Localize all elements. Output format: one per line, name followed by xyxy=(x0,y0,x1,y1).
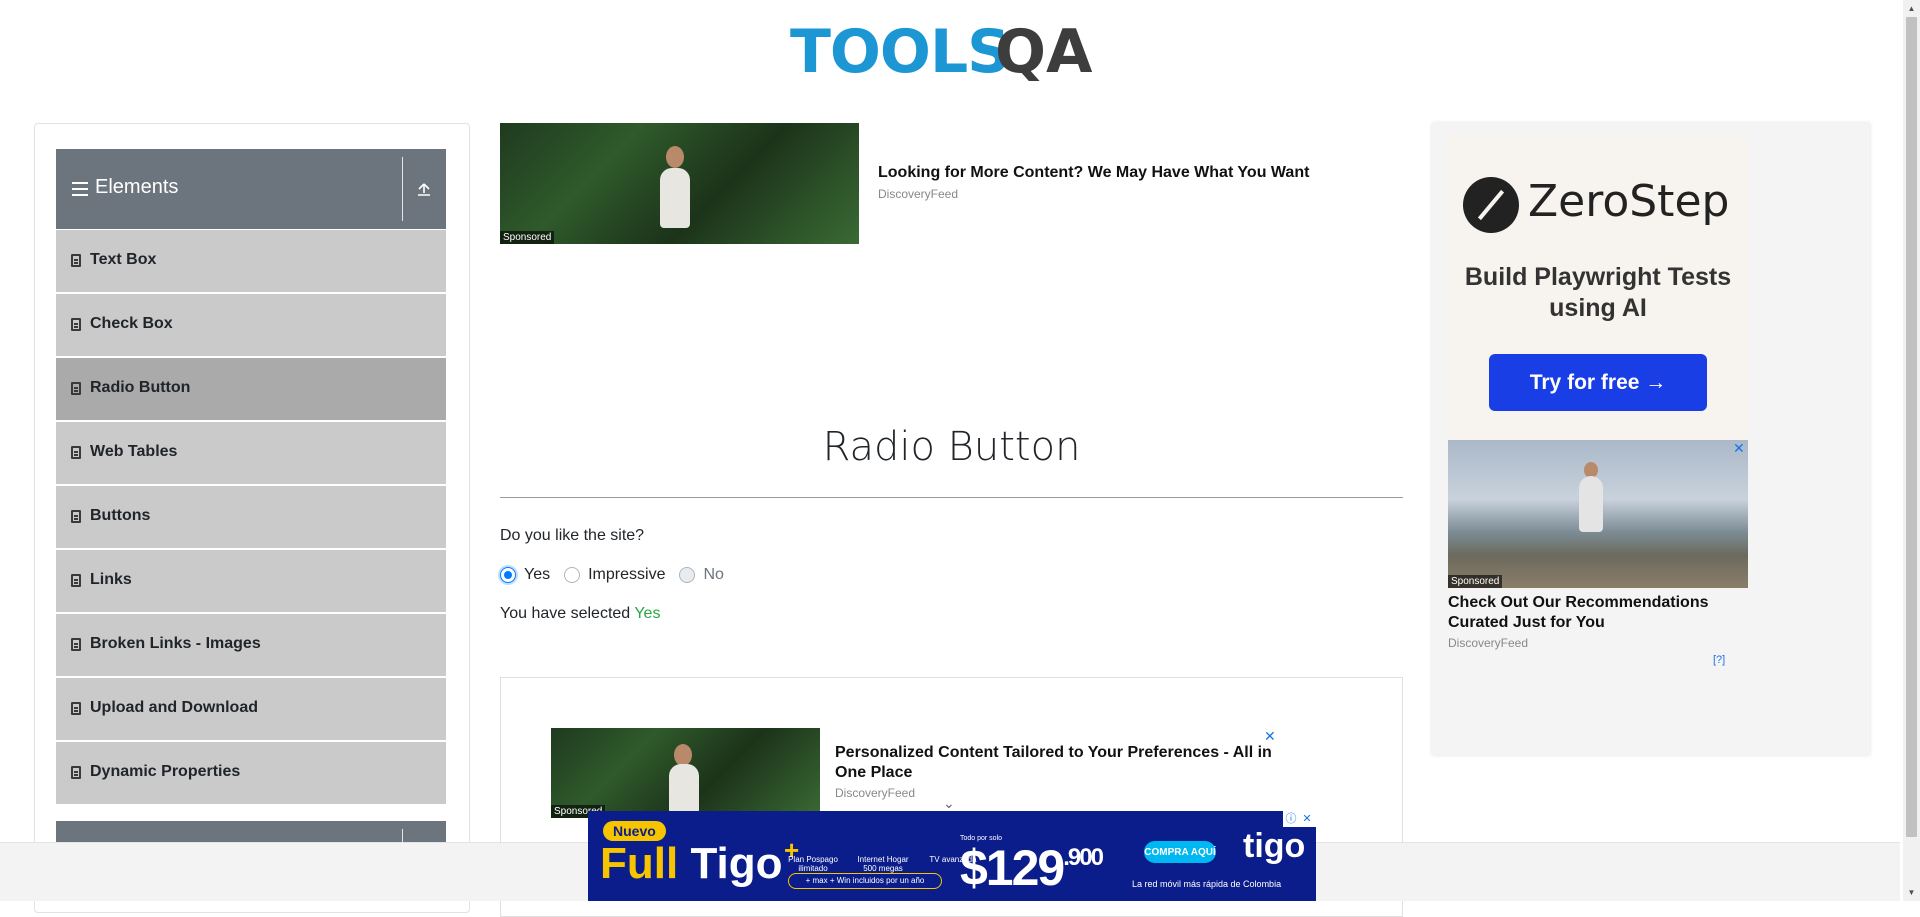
document-icon xyxy=(71,702,81,715)
result-prefix: You have selected xyxy=(500,605,635,622)
feature-internet: Internet Hogar 500 megas xyxy=(857,855,909,873)
sidebar-item-dynamic-properties[interactable]: Dynamic Properties xyxy=(56,742,446,804)
content-ad-title[interactable]: Personalized Content Tailored to Your Pr… xyxy=(835,743,1285,783)
price-main: $129 xyxy=(960,840,1065,896)
header-divider xyxy=(402,157,403,221)
scroll-up-arrow-icon[interactable]: ▲ xyxy=(1903,0,1920,17)
sidebar-item-label: Upload and Download xyxy=(90,699,258,716)
radio-circle[interactable] xyxy=(500,567,516,583)
document-icon xyxy=(71,318,81,331)
full-tigo-headline: Full Tigo xyxy=(600,839,783,889)
zerostep-logo-icon xyxy=(1463,177,1519,233)
tigo-banner-ad[interactable]: Nuevo Full Tigo + Plan Pospago ilimitado… xyxy=(588,811,1316,901)
sidebar-item-label: Radio Button xyxy=(90,379,191,396)
sidebar-item-upload-download[interactable]: Upload and Download xyxy=(56,678,446,740)
sponsored-tag: Sponsored xyxy=(500,231,555,244)
toolsqa-logo[interactable]: TOOLS QA xyxy=(790,15,1115,90)
close-icon[interactable]: ✕ xyxy=(1264,728,1276,745)
sidebar-item-label: Dynamic Properties xyxy=(90,763,241,780)
scroll-down-arrow-icon[interactable]: ▼ xyxy=(1903,884,1920,901)
logo-tools-text: TOOLS xyxy=(790,17,1010,87)
sidebar-item-links[interactable]: Links xyxy=(56,550,446,612)
ad-controls: ⓘ ✕ xyxy=(1283,811,1316,827)
feature-mobile: Plan Pospago ilimitado xyxy=(788,855,838,873)
right-ad-promo-title[interactable]: Check Out Our Recommendations Curated Ju… xyxy=(1448,593,1738,633)
hamburger-icon xyxy=(72,182,88,196)
price: $129.900 xyxy=(960,839,1104,897)
group-title: Elements xyxy=(95,176,179,198)
tigo-slogan: La red móvil más rápida de Colombia xyxy=(1132,879,1282,889)
chevron-down-icon[interactable]: ⌄ xyxy=(943,795,955,812)
sidebar-item-radio-button[interactable]: Radio Button xyxy=(56,358,446,420)
person-body xyxy=(669,764,699,814)
right-ad-promo-source: DiscoveryFeed xyxy=(1448,636,1529,650)
result-value: Yes xyxy=(634,605,661,622)
tigo-word: Tigo xyxy=(690,839,783,888)
document-icon xyxy=(71,510,81,523)
radio-group: Yes Impressive No xyxy=(500,565,738,585)
sidebar-item-label: Links xyxy=(90,571,132,588)
person-head xyxy=(674,744,692,766)
zerostep-tagline: Build Playwright Tests using AI xyxy=(1464,263,1732,322)
sidebar-item-broken-links[interactable]: Broken Links - Images xyxy=(56,614,446,676)
sidebar-item-buttons[interactable]: Buttons xyxy=(56,486,446,548)
right-ad-image[interactable]: Sponsored xyxy=(1448,440,1748,588)
price-cents: .900 xyxy=(1063,844,1104,871)
try-for-free-button[interactable]: Try for free → xyxy=(1489,354,1707,411)
close-icon[interactable]: ✕ xyxy=(1299,811,1315,827)
sidebar-item-text-box[interactable]: Text Box xyxy=(56,230,446,292)
elements-menu-list: Text Box Check Box Radio Button Web Tabl… xyxy=(56,230,446,806)
radio-label: No xyxy=(703,566,724,583)
sidebar-item-label: Web Tables xyxy=(90,443,178,460)
top-ad-image[interactable]: Sponsored xyxy=(500,123,859,244)
logo-qa-text: QA xyxy=(995,17,1093,87)
adchoices-icon[interactable]: [?] xyxy=(1713,654,1725,666)
top-ad-title[interactable]: Looking for More Content? We May Have Wh… xyxy=(878,164,1309,182)
content-ad-image[interactable]: Sponsored xyxy=(551,728,820,818)
selection-result: You have selected Yes xyxy=(500,605,660,623)
radio-impressive[interactable]: Impressive xyxy=(564,566,665,584)
radio-circle xyxy=(679,567,696,583)
tigo-brand-logo: tigo xyxy=(1243,827,1306,865)
sidebar-item-label: Check Box xyxy=(90,315,173,332)
radio-circle[interactable] xyxy=(564,567,581,583)
document-icon xyxy=(71,446,81,459)
radio-label: Yes xyxy=(524,566,551,583)
document-icon xyxy=(71,382,81,395)
radio-no: No xyxy=(679,566,724,584)
top-ad-source: DiscoveryFeed xyxy=(878,187,959,201)
scrollbar-thumb[interactable] xyxy=(1906,17,1917,837)
info-icon[interactable]: ⓘ xyxy=(1283,811,1299,827)
compra-aqui-button[interactable]: COMPRA AQUÍ xyxy=(1144,841,1216,863)
document-icon xyxy=(71,254,81,267)
nuevo-badge: Nuevo xyxy=(603,821,666,841)
document-icon xyxy=(71,574,81,587)
person-body xyxy=(1579,476,1603,532)
features-row: Plan Pospago ilimitado Internet Hogar 50… xyxy=(783,831,983,873)
sidebar-item-label: Buttons xyxy=(90,507,151,524)
elements-group-header[interactable]: Elements xyxy=(56,149,446,229)
question-text: Do you like the site? xyxy=(500,527,645,544)
document-icon xyxy=(71,766,81,779)
sponsored-tag: Sponsored xyxy=(1448,575,1503,588)
collapse-upload-icon[interactable] xyxy=(414,179,434,199)
sidebar-item-label: Text Box xyxy=(90,251,157,268)
document-icon xyxy=(71,638,81,651)
zerostep-brand: ZeroStep xyxy=(1528,176,1730,227)
close-icon[interactable]: ✕ xyxy=(1733,440,1745,457)
streaming-pill: + max + Win incluidos por un año xyxy=(788,873,942,889)
sidebar-item-label: Broken Links - Images xyxy=(90,635,261,652)
page-title: Radio Button xyxy=(822,424,1081,470)
radio-label: Impressive xyxy=(588,566,666,583)
person-body xyxy=(660,168,690,228)
title-divider xyxy=(500,497,1403,498)
sidebar-item-check-box[interactable]: Check Box xyxy=(56,294,446,356)
full-word: Full xyxy=(600,839,679,888)
radio-yes[interactable]: Yes xyxy=(500,566,550,584)
person-head xyxy=(666,146,684,168)
sidebar-item-web-tables[interactable]: Web Tables xyxy=(56,422,446,484)
content-ad-source: DiscoveryFeed xyxy=(835,786,916,800)
